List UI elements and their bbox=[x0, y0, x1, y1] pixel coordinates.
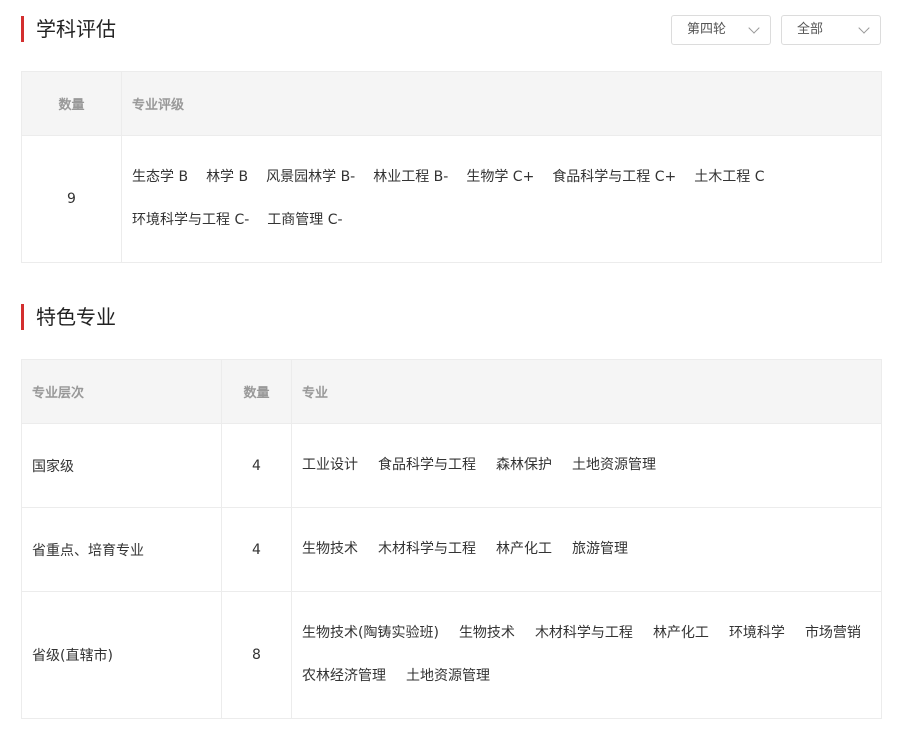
featured-majors-table: 专业层次 数量 专业 国家级 4 工业设计 食品科学与工程 森林保护 土地资源管理 省… bbox=[21, 359, 882, 719]
major-item: 土地资源管理 bbox=[406, 668, 490, 684]
major-item: 林产化工 bbox=[652, 625, 709, 641]
col-header-rank: 专业评级 bbox=[121, 71, 882, 136]
eval-item: 工商管理 C- bbox=[267, 212, 343, 228]
table-row: 9 生态学 B 林学 B 风景园林学 B- 林业工程 B- 生物学 C+ 食品科学与工程 … bbox=[21, 135, 882, 263]
eval-item: 土木工程 C bbox=[694, 169, 765, 185]
count-cell: 8 bbox=[221, 591, 292, 719]
eval-count-cell: 9 bbox=[21, 135, 122, 263]
eval-items: 生态学 B 林学 B 风景园林学 B- 林业工程 B- 生物学 C+ 食品科学与工程 C+… bbox=[132, 150, 881, 248]
eval-item: 食品科学与工程 C+ bbox=[552, 169, 677, 185]
major-item: 生物技术 bbox=[302, 541, 358, 557]
level-cell: 省重点、培育专业 bbox=[21, 507, 222, 592]
count-cell: 4 bbox=[221, 507, 292, 592]
major-item: 生物技术(陶铸实验班) bbox=[302, 625, 439, 641]
major-item: 林产化工 bbox=[496, 541, 552, 557]
section-title-featured-majors: 特色专业 bbox=[21, 304, 116, 330]
eval-item: 林学 B bbox=[206, 169, 249, 185]
major-item: 工业设计 bbox=[302, 457, 358, 473]
eval-item: 林业工程 B- bbox=[373, 169, 449, 185]
scope-select[interactable]: 全部 bbox=[781, 15, 881, 45]
table-header-row: 数量 专业评级 bbox=[21, 71, 882, 136]
eval-item: 生态学 B bbox=[132, 169, 189, 185]
major-item: 农林经济管理 bbox=[302, 668, 386, 684]
chevron-down-icon bbox=[748, 22, 760, 34]
major-item: 生物技术 bbox=[458, 625, 515, 641]
table-row: 省级(直辖市) 8 生物技术(陶铸实验班) 生物技术 木材科学与工程 林产化工 环境科学… bbox=[21, 591, 882, 719]
major-item: 旅游管理 bbox=[572, 541, 628, 557]
level-cell: 省级(直辖市) bbox=[21, 591, 222, 719]
major-item: 森林保护 bbox=[496, 457, 552, 473]
discipline-eval-table: 数量 专业评级 9 生态学 B 林学 B 风景园林学 B- 林业工程 B- 生物学 C+… bbox=[21, 71, 882, 263]
major-item: 食品科学与工程 bbox=[378, 457, 476, 473]
major-item: 土地资源管理 bbox=[572, 457, 656, 473]
major-item: 木材科学与工程 bbox=[378, 541, 476, 557]
round-select-value: 第四轮 bbox=[687, 22, 727, 37]
section-title-discipline-eval: 学科评估 bbox=[21, 16, 116, 42]
major-list: 生物技术(陶铸实验班) 生物技术 木材科学与工程 林产化工 环境科学 市场营销农林经济管理… bbox=[302, 606, 881, 704]
chevron-down-icon bbox=[858, 22, 870, 34]
table-row: 国家级 4 工业设计 食品科学与工程 森林保护 土地资源管理 bbox=[21, 423, 882, 508]
col-header-major: 专业 bbox=[291, 359, 882, 424]
eval-item: 风景园林学 B- bbox=[266, 169, 356, 185]
major-item: 木材科学与工程 bbox=[534, 625, 633, 641]
col-header-count: 数量 bbox=[21, 71, 122, 136]
count-cell: 4 bbox=[221, 423, 292, 508]
major-list: 工业设计 食品科学与工程 森林保护 土地资源管理 bbox=[302, 438, 881, 493]
table-header-row: 专业层次 数量 专业 bbox=[21, 359, 882, 424]
col-header-count: 数量 bbox=[221, 359, 292, 424]
scope-select-value: 全部 bbox=[797, 22, 824, 37]
major-item: 环境科学 bbox=[728, 625, 785, 641]
round-select[interactable]: 第四轮 bbox=[671, 15, 771, 45]
col-header-level: 专业层次 bbox=[21, 359, 222, 424]
level-cell: 国家级 bbox=[21, 423, 222, 508]
major-item: 市场营销 bbox=[804, 625, 861, 641]
table-row: 省重点、培育专业 4 生物技术 木材科学与工程 林产化工 旅游管理 bbox=[21, 507, 882, 592]
major-list: 生物技术 木材科学与工程 林产化工 旅游管理 bbox=[302, 522, 881, 577]
eval-item: 生物学 C+ bbox=[466, 169, 535, 185]
eval-item: 环境科学与工程 C- bbox=[132, 212, 250, 228]
